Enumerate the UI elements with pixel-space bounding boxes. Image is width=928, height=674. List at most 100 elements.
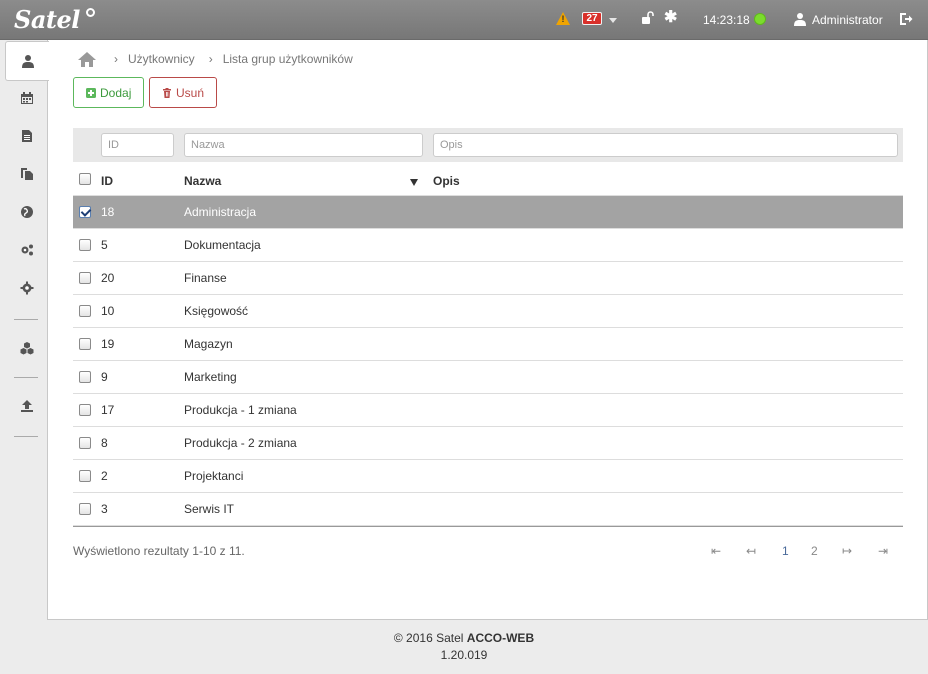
row-checkbox[interactable] bbox=[79, 503, 91, 515]
sidebar-item-schedules[interactable] bbox=[6, 79, 48, 117]
main-panel: › Użytkownicy › Lista grup użytkowników … bbox=[47, 40, 928, 620]
row-checkbox[interactable] bbox=[79, 305, 91, 317]
globe-icon bbox=[21, 206, 33, 218]
add-button-label: Dodaj bbox=[100, 85, 132, 100]
footer-product: ACCO-WEB bbox=[466, 631, 535, 645]
table-row[interactable]: 3 Serwis IT bbox=[73, 493, 903, 526]
table-row[interactable]: 19 Magazyn bbox=[73, 328, 903, 361]
row-name: Finanse bbox=[184, 271, 227, 285]
row-name: Produkcja - 2 zmiana bbox=[184, 436, 297, 450]
connection-status-icon bbox=[754, 13, 766, 25]
row-id: 10 bbox=[101, 304, 115, 318]
add-button[interactable]: Dodaj bbox=[73, 77, 144, 108]
row-checkbox[interactable] bbox=[79, 272, 91, 284]
logo-mark-icon bbox=[86, 8, 95, 17]
table-row[interactable]: 18 Administracja bbox=[73, 196, 903, 229]
row-id: 17 bbox=[101, 403, 115, 417]
previous-page-button[interactable]: ↤ bbox=[746, 544, 756, 558]
footer-version: 1.20.019 bbox=[440, 648, 488, 662]
table-row[interactable]: 9 Marketing bbox=[73, 361, 903, 394]
row-checkbox[interactable] bbox=[79, 239, 91, 251]
sidebar-divider bbox=[14, 377, 38, 378]
column-header-description[interactable]: Opis bbox=[433, 174, 460, 188]
row-id: 9 bbox=[101, 370, 108, 384]
delete-button[interactable]: Usuń bbox=[149, 77, 217, 108]
sidebar-item-copies[interactable] bbox=[6, 155, 48, 193]
chevron-right-icon: › bbox=[114, 52, 118, 66]
warning-mark: ! bbox=[561, 14, 565, 24]
sidebar-divider bbox=[14, 436, 38, 437]
footer-copyright-line: © 2016 Satel ACCO-WEB bbox=[0, 630, 928, 647]
row-name: Projektanci bbox=[184, 469, 244, 483]
row-name: Serwis IT bbox=[184, 502, 235, 516]
table-row[interactable]: 5 Dokumentacja bbox=[73, 229, 903, 262]
column-header-name[interactable]: Nazwa bbox=[184, 174, 221, 188]
row-id: 3 bbox=[101, 502, 108, 516]
table-row[interactable]: 10 Księgowość bbox=[73, 295, 903, 328]
next-page-button[interactable]: ↦ bbox=[842, 544, 852, 558]
breadcrumb: › Użytkownicy › Lista grup użytkowników bbox=[78, 49, 367, 69]
row-name: Administracja bbox=[184, 205, 257, 219]
sidebar-item-network[interactable] bbox=[6, 193, 48, 231]
last-page-button[interactable]: ⇥ bbox=[878, 544, 888, 558]
breadcrumb-users[interactable]: Użytkownicy bbox=[128, 52, 195, 66]
row-checkbox[interactable] bbox=[79, 437, 91, 449]
table-row[interactable]: 20 Finanse bbox=[73, 262, 903, 295]
table-row[interactable]: 2 Projektanci bbox=[73, 460, 903, 493]
row-checkbox[interactable] bbox=[79, 371, 91, 383]
select-all-checkbox[interactable] bbox=[79, 173, 91, 185]
description-filter-input[interactable] bbox=[433, 133, 898, 157]
home-icon[interactable] bbox=[78, 51, 96, 67]
row-id: 18 bbox=[101, 205, 115, 219]
sort-desc-icon[interactable] bbox=[410, 179, 418, 186]
sidebar-item-reports[interactable] bbox=[6, 117, 48, 155]
asterisk-icon[interactable]: ✱ bbox=[664, 9, 677, 27]
chevron-right-icon: › bbox=[208, 52, 213, 66]
logout-icon[interactable] bbox=[899, 12, 913, 26]
sidebar bbox=[0, 40, 49, 620]
clock-time: 14:23:18 bbox=[703, 13, 750, 27]
sidebar-item-upload[interactable] bbox=[6, 387, 48, 425]
table-row[interactable]: 8 Produkcja - 2 zmiana bbox=[73, 427, 903, 460]
page-1-button[interactable]: 1 bbox=[782, 544, 789, 558]
column-header-id[interactable]: ID bbox=[101, 174, 113, 188]
footer: © 2016 Satel ACCO-WEB 1.20.019 bbox=[0, 630, 928, 664]
id-filter-input[interactable] bbox=[101, 133, 174, 157]
user-icon bbox=[21, 55, 34, 68]
row-checkbox[interactable] bbox=[79, 404, 91, 416]
name-filter-input[interactable] bbox=[184, 133, 423, 157]
row-name: Produkcja - 1 zmiana bbox=[184, 403, 297, 417]
row-checkbox[interactable] bbox=[79, 206, 91, 218]
row-name: Księgowość bbox=[184, 304, 249, 318]
sidebar-divider bbox=[14, 319, 38, 320]
row-checkbox[interactable] bbox=[79, 470, 91, 482]
results-summary: Wyświetlono rezultaty 1-10 z 11. bbox=[73, 544, 245, 558]
table-row[interactable]: 17 Produkcja - 1 zmiana bbox=[73, 394, 903, 427]
top-bar: Satel ! 27 ✱ 14:23:18 Administrator bbox=[0, 0, 928, 40]
table-header: ID Nazwa Opis bbox=[73, 166, 903, 196]
upload-icon bbox=[21, 400, 33, 412]
sidebar-item-settings[interactable] bbox=[6, 269, 48, 307]
row-id: 2 bbox=[101, 469, 108, 483]
alarm-count-badge[interactable]: 27 bbox=[582, 12, 602, 25]
sidebar-item-users[interactable] bbox=[5, 41, 49, 81]
table-body: 18 Administracja 5 Dokumentacja 20 Finanse 10 K… bbox=[73, 196, 903, 526]
calendar-icon bbox=[21, 92, 33, 104]
chevron-down-icon[interactable] bbox=[609, 18, 617, 23]
row-id: 20 bbox=[101, 271, 115, 285]
row-name: Magazyn bbox=[184, 337, 233, 351]
unlock-icon[interactable] bbox=[641, 11, 655, 25]
document-icon bbox=[22, 130, 32, 142]
row-checkbox[interactable] bbox=[79, 338, 91, 350]
copy-icon bbox=[21, 168, 33, 180]
page-2-button[interactable]: 2 bbox=[811, 544, 818, 558]
trash-icon bbox=[163, 87, 171, 98]
sidebar-item-modules[interactable] bbox=[6, 329, 48, 367]
gear-icon bbox=[20, 281, 34, 295]
user-name[interactable]: Administrator bbox=[812, 0, 883, 40]
first-page-button[interactable]: ⇤ bbox=[711, 544, 721, 558]
breadcrumb-group-list: Lista grup użytkowników bbox=[222, 52, 353, 66]
satel-logo[interactable]: Satel bbox=[14, 5, 80, 34]
sidebar-item-configuration[interactable] bbox=[6, 231, 48, 269]
user-icon bbox=[794, 13, 806, 26]
